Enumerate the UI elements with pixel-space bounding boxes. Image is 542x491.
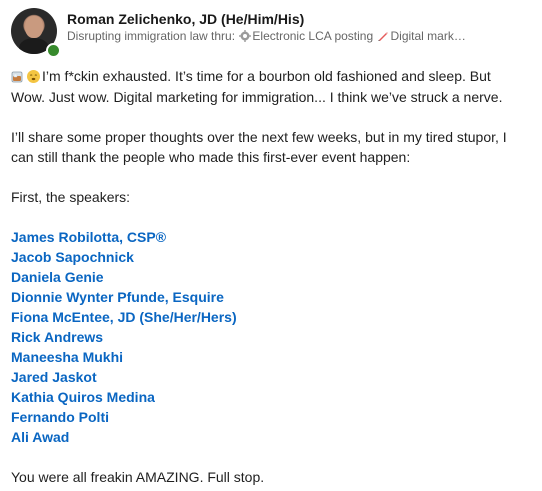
whiskey-icon <box>11 69 26 84</box>
headline-middle: Electronic LCA posting <box>252 29 377 43</box>
author-name[interactable]: Roman Zelichenko, JD (He/Him/His) <box>67 11 304 27</box>
speaker-link[interactable]: Fernando Polti <box>11 409 109 425</box>
online-status-dot <box>46 43 61 58</box>
speaker-link[interactable]: Ali Awad <box>11 429 69 445</box>
speaker-link[interactable]: Maneesha Mukhi <box>11 349 123 365</box>
face-icon <box>26 69 41 84</box>
speaker-link[interactable]: Dionnie Wynter Pfunde, Esquire <box>11 289 224 305</box>
post-header: Roman Zelichenko, JD (He/Him/His) Disrup… <box>11 8 531 58</box>
gear-icon <box>239 30 252 42</box>
speaker-link[interactable]: James Robilotta, CSP® <box>11 229 166 245</box>
post-text-line-4: can still thank the people who made this… <box>11 149 411 165</box>
speaker-link[interactable]: Fiona McEntee, JD (She/Her/Hers) <box>11 309 237 325</box>
speaker-link[interactable]: Kathia Quiros Medina <box>11 389 155 405</box>
post-text-line-5: First, the speakers: <box>11 189 131 205</box>
speaker-link[interactable]: Jared Jaskot <box>11 369 97 385</box>
post-text-line-3: I’ll share some proper thoughts over the… <box>11 129 507 145</box>
speaker-link[interactable]: Jacob Sapochnick <box>11 249 134 265</box>
author-headline: Disrupting immigration law thru: Electro… <box>67 29 507 43</box>
headline-suffix: Digital mark… <box>390 29 466 43</box>
linkedin-post: Roman Zelichenko, JD (He/Him/His) Disrup… <box>0 0 542 491</box>
post-text-line-1: I’m f*ckin exhausted. It’s time for a bo… <box>42 68 491 84</box>
post-line-1: I’m f*ckin exhausted. It’s time for a bo… <box>11 66 533 87</box>
speaker-link[interactable]: Daniela Genie <box>11 269 104 285</box>
avatar-face <box>25 16 43 38</box>
post-closing-line: You were all freakin AMAZING. Full stop. <box>11 469 265 485</box>
speaker-list: James Robilotta, CSP® Jacob Sapochnick D… <box>11 227 533 447</box>
emoji-group <box>11 67 41 87</box>
avatar-shirt <box>19 38 49 54</box>
post-text-line-2: Wow. Just wow. Digital marketing for imm… <box>11 89 503 105</box>
headline-prefix: Disrupting immigration law thru: <box>67 29 239 43</box>
speaker-link[interactable]: Rick Andrews <box>11 329 103 345</box>
post-body: I’m f*ckin exhausted. It’s time for a bo… <box>11 66 533 487</box>
pencil-icon <box>377 30 389 42</box>
